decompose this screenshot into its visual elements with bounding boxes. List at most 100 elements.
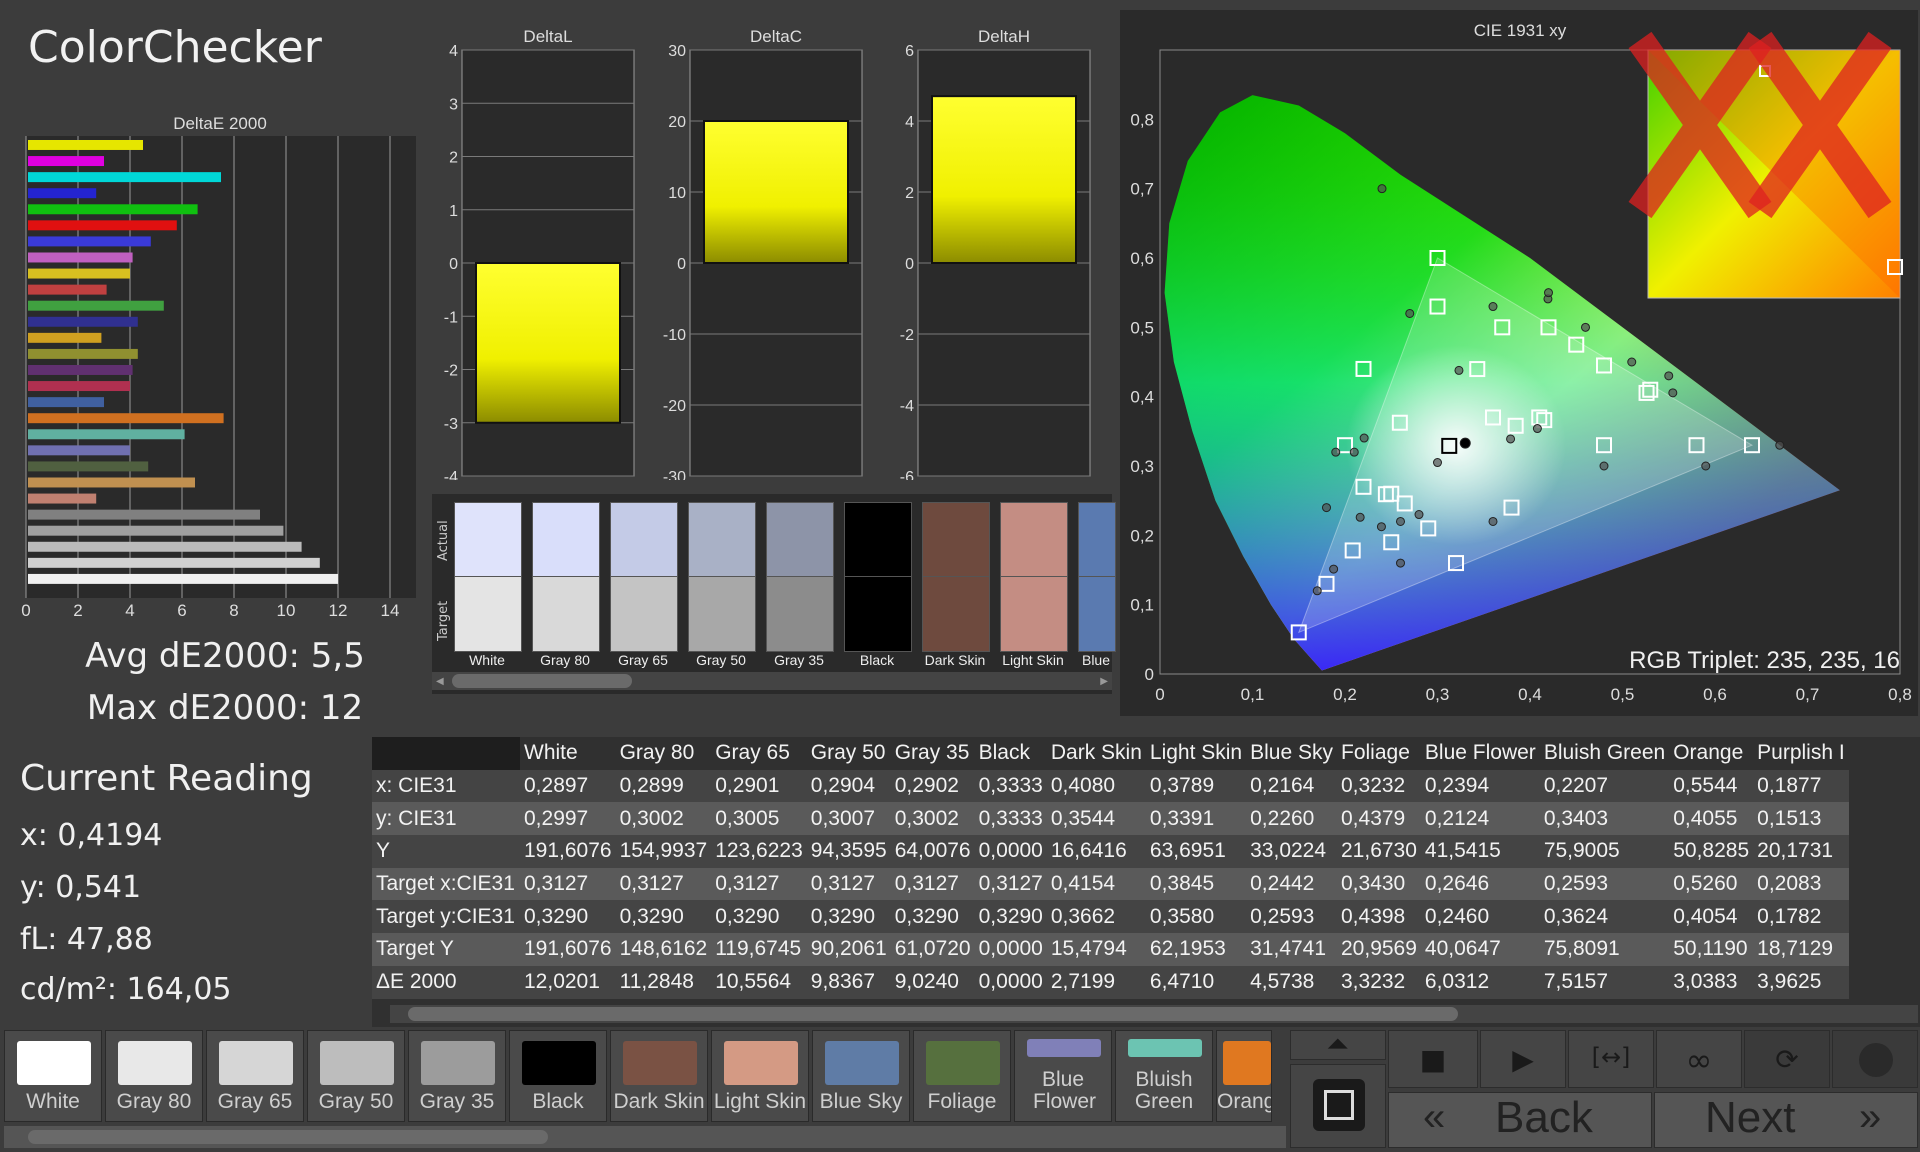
table-column-header: Blue Flower bbox=[1420, 737, 1540, 770]
table-cell: 0,3403 bbox=[1539, 802, 1670, 836]
deltah-tick-label: 2 bbox=[905, 185, 914, 202]
deltac-chart: DeltaC 30 20 10 0 -10 -20 -30 bbox=[663, 27, 863, 480]
scroll-left-icon[interactable]: ◀ bbox=[436, 676, 444, 687]
cie-chart: CIE 1931 xy 0 0,1 0,2 0,3 0,4 0,5 0,6 0,7 0,8 0 0,… bbox=[1130, 21, 1911, 704]
strip-actual-chip bbox=[1000, 502, 1068, 578]
table-cell: 20,1731 bbox=[1753, 835, 1849, 868]
deltae-bar bbox=[28, 445, 130, 456]
deltal-title: DeltaL bbox=[523, 27, 572, 46]
deltae-bar bbox=[28, 493, 97, 504]
swatch-chip bbox=[320, 1041, 394, 1085]
table-scrollbar[interactable] bbox=[390, 1005, 1918, 1023]
collapse-button[interactable]: ⏶ bbox=[1290, 1027, 1386, 1060]
swatch-bar-scroll-thumb[interactable] bbox=[28, 1130, 548, 1144]
table-cell: 0,0000 bbox=[974, 933, 1047, 966]
next-button[interactable]: Next » bbox=[1654, 1092, 1918, 1148]
table-cell: 40,0647 bbox=[1420, 933, 1540, 966]
cie-panel: CIE 1931 xy 0 0,1 0,2 0,3 0,4 0,5 0,6 0,7 0,8 0 0,… bbox=[1120, 10, 1918, 716]
table-scroll-thumb[interactable] bbox=[408, 1007, 1458, 1021]
cie-measured-marker bbox=[1627, 357, 1637, 367]
swatch-button-label: Gray 65 bbox=[217, 1091, 293, 1113]
cie-y-tick-label: 0,7 bbox=[1130, 180, 1154, 199]
table-cell: 0,3290 bbox=[711, 900, 807, 934]
swatch-button[interactable]: Bluish Green bbox=[1115, 1030, 1213, 1122]
swatch-button[interactable]: Orang bbox=[1216, 1030, 1272, 1122]
status-circle-icon bbox=[1859, 1043, 1893, 1077]
table-cell: 50,8285 bbox=[1669, 835, 1754, 868]
table-cell: 64,0076 bbox=[890, 835, 975, 868]
table-cell: 191,6076 bbox=[520, 933, 616, 966]
deltah-tick-label: 0 bbox=[905, 256, 914, 273]
strip-swatch: Dark Skin bbox=[922, 502, 990, 672]
table-cell: 0,3127 bbox=[520, 867, 616, 901]
deltal-tick-label: 2 bbox=[449, 150, 458, 167]
status-button[interactable] bbox=[1832, 1030, 1918, 1088]
table-cell: 90,2061 bbox=[806, 933, 891, 966]
play-button[interactable]: ▶ bbox=[1480, 1030, 1566, 1088]
table-column-header: Bluish Green bbox=[1539, 737, 1670, 770]
loop-button[interactable]: ∞ bbox=[1656, 1030, 1742, 1088]
table-row: Target x:CIE31 0,3127 0,3127 0,3127 0,3127 0,… bbox=[372, 867, 1849, 901]
table-cell: 75,8091 bbox=[1539, 933, 1670, 966]
table-cell: 62,1953 bbox=[1145, 933, 1247, 966]
swatch-button[interactable]: Blue Sky bbox=[812, 1030, 910, 1122]
deltae-bar bbox=[28, 381, 130, 392]
deltae-bar bbox=[28, 156, 104, 167]
swatch-button[interactable]: Gray 50 bbox=[307, 1030, 405, 1122]
strip-swatch-label: Light Skin bbox=[1002, 652, 1064, 668]
table-cell: 33,0224 bbox=[1246, 835, 1337, 868]
strip-swatch: Light Skin bbox=[1000, 502, 1068, 672]
table-cell: 41,5415 bbox=[1420, 835, 1540, 868]
swatch-button[interactable]: Black bbox=[509, 1030, 607, 1122]
strip-scroll-thumb[interactable] bbox=[452, 674, 632, 688]
strip-scrollbar[interactable]: ◀ ▶ bbox=[432, 672, 1112, 690]
table-cell: 0,2083 bbox=[1753, 867, 1849, 901]
deltah-tick-label: -6 bbox=[900, 469, 914, 480]
table-cell: 0,2442 bbox=[1246, 867, 1337, 901]
table-row: Target y:CIE31 0,3290 0,3290 0,3290 0,3290 0,… bbox=[372, 900, 1849, 934]
stop-button[interactable]: ■ bbox=[1388, 1030, 1478, 1088]
table-row: y: CIE31 0,2997 0,3002 0,3005 0,3007 0,3002 0,… bbox=[372, 802, 1849, 836]
swatch-button[interactable]: Gray 35 bbox=[408, 1030, 506, 1122]
deltac-title: DeltaC bbox=[750, 27, 802, 46]
table-cell: 20,9569 bbox=[1337, 933, 1421, 966]
table-column-header: White bbox=[520, 737, 616, 770]
fit-button[interactable]: [↔] bbox=[1568, 1030, 1654, 1088]
table-cell: 148,6162 bbox=[615, 933, 712, 966]
deltal-chart: DeltaL 4 3 2 1 0 -1 -2 -3 -4 bbox=[444, 27, 635, 480]
deltah-tick-label: 4 bbox=[905, 114, 914, 131]
swatch-button[interactable]: Light Skin bbox=[711, 1030, 809, 1122]
swatch-button[interactable]: Dark Skin bbox=[610, 1030, 708, 1122]
table-cell: 0,2901 bbox=[711, 769, 807, 803]
reading-fl: fL: 47,88 bbox=[20, 922, 153, 957]
table-cell: 0,3624 bbox=[1539, 900, 1670, 934]
strip-actual-chip bbox=[688, 502, 756, 578]
table-row-label: y: CIE31 bbox=[372, 802, 520, 836]
back-button[interactable]: « Back bbox=[1388, 1092, 1652, 1148]
cie-measured-marker bbox=[1664, 371, 1674, 381]
strip-target-chip bbox=[1000, 576, 1068, 652]
table-cell: 2,7199 bbox=[1046, 965, 1146, 999]
swatch-chip bbox=[623, 1041, 697, 1085]
deltae-bar bbox=[28, 348, 138, 359]
cie-measured-marker bbox=[1312, 586, 1322, 596]
refresh-button[interactable]: ⟳ bbox=[1744, 1030, 1830, 1088]
strip-actual-chip bbox=[454, 502, 522, 578]
table-cell: 0,3290 bbox=[806, 900, 891, 934]
stop-measure-button[interactable] bbox=[1290, 1064, 1386, 1148]
swatch-button[interactable]: Gray 65 bbox=[206, 1030, 304, 1122]
table-cell: 18,7129 bbox=[1753, 933, 1849, 966]
swatch-button[interactable]: Gray 80 bbox=[105, 1030, 203, 1122]
scroll-right-icon[interactable]: ▶ bbox=[1100, 676, 1108, 687]
swatch-button[interactable]: Foliage bbox=[913, 1030, 1011, 1122]
table-row-label: ΔE 2000 bbox=[372, 965, 520, 999]
table-cell: 0,3391 bbox=[1145, 802, 1247, 836]
swatch-bar-scrollbar[interactable] bbox=[4, 1126, 1286, 1148]
deltah-chart: DeltaH 6 4 2 0 -2 -4 -6 bbox=[900, 27, 1091, 480]
table-cell: 0,3845 bbox=[1145, 867, 1247, 901]
swatch-button[interactable]: White bbox=[4, 1030, 102, 1122]
table-cell: 0,3232 bbox=[1337, 769, 1421, 803]
swatch-button[interactable]: Blue Flower bbox=[1014, 1030, 1112, 1122]
cie-measured-marker bbox=[1376, 522, 1386, 532]
table-cell: 0,3002 bbox=[890, 802, 975, 836]
